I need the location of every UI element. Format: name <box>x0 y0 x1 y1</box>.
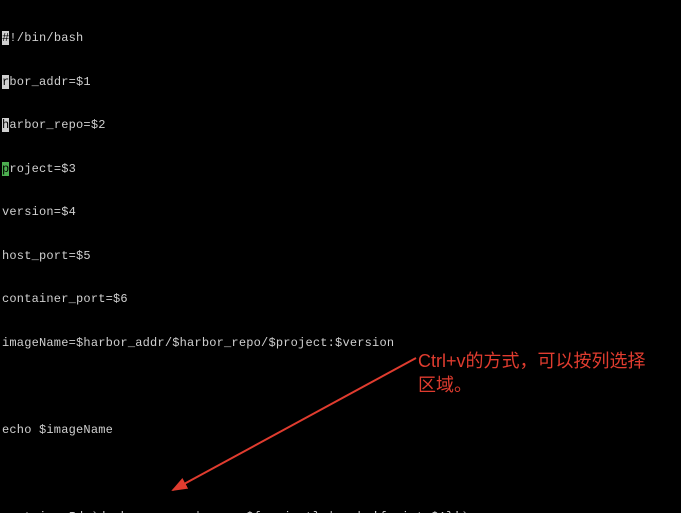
code-line <box>2 466 681 481</box>
code-line: imageName=$harbor_addr/$harbor_repo/$pro… <box>2 336 681 351</box>
code-line: rbor_addr=$1 <box>2 75 681 90</box>
code-line: project=$3 <box>2 162 681 177</box>
code-line <box>2 379 681 394</box>
code-line: host_port=$5 <box>2 249 681 264</box>
code-line: echo $imageName <box>2 423 681 438</box>
code-line: #!/bin/bash <box>2 31 681 46</box>
vim-editor[interactable]: #!/bin/bash rbor_addr=$1 harbor_repo=$2 … <box>0 0 681 513</box>
code-text: arbor_repo=$2 <box>9 118 105 132</box>
code-line: harbor_repo=$2 <box>2 118 681 133</box>
code-line: version=$4 <box>2 205 681 220</box>
code-text: bor_addr=$1 <box>9 75 90 89</box>
code-line: container_port=$6 <box>2 292 681 307</box>
code-text: !/bin/bash <box>9 31 83 45</box>
code-text: roject=$3 <box>9 162 76 176</box>
code-line: containerId=`docker ps -a | grep ${proje… <box>2 510 681 513</box>
